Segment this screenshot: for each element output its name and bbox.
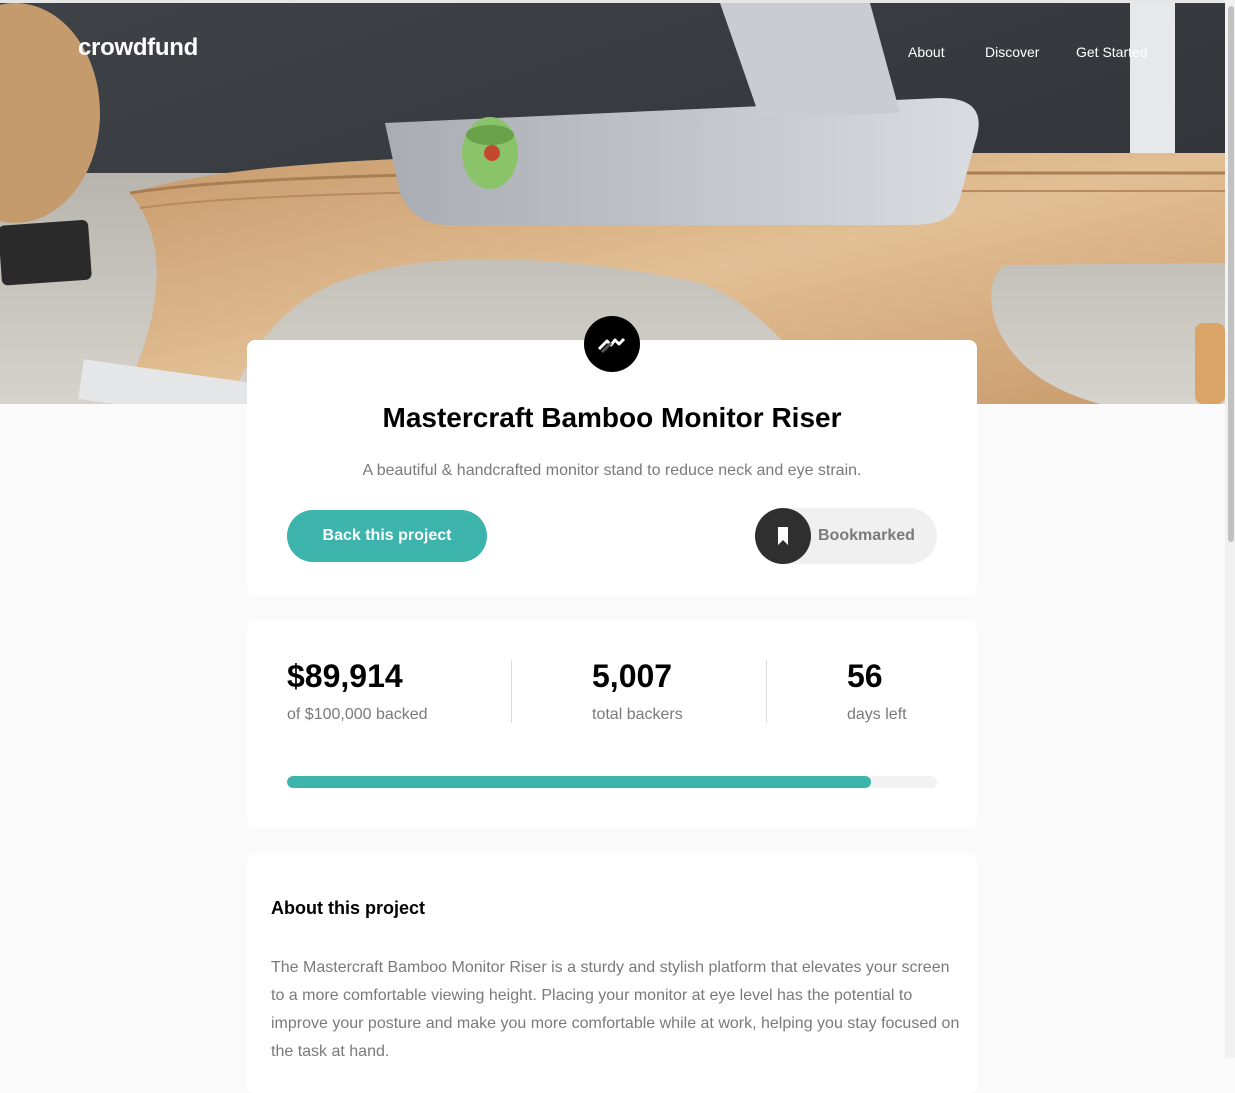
bookmark-label: Bookmarked	[818, 527, 915, 544]
stats-divider	[511, 660, 512, 723]
days-left-count: 56	[847, 658, 883, 694]
bookmark-button[interactable]: Bookmarked	[755, 508, 937, 564]
nav-get-started[interactable]: Get Started	[1076, 44, 1148, 60]
backed-label: of $100,000 backed	[287, 706, 428, 723]
backers-count: 5,007	[592, 658, 673, 694]
scrollbar-thumb[interactable]	[1228, 6, 1234, 542]
mastercraft-logo-icon	[584, 316, 640, 372]
days-left-label: days left	[847, 706, 907, 723]
project-card: Mastercraft Bamboo Monitor Riser A beaut…	[247, 340, 977, 596]
nav-about[interactable]: About	[908, 44, 945, 60]
project-title: Mastercraft Bamboo Monitor Riser	[382, 402, 842, 433]
backers-label: total backers	[592, 706, 683, 723]
progress-bar	[287, 776, 937, 788]
project-subtitle: A beautiful & handcrafted monitor stand …	[362, 462, 862, 479]
about-paragraph: The Mastercraft Bamboo Monitor Riser is …	[271, 959, 960, 1060]
about-card: About this project The Mastercraft Bambo…	[247, 853, 977, 1093]
about-title: About this project	[271, 898, 425, 918]
site-logo[interactable]: crowdfund	[78, 34, 198, 62]
backed-amount: $89,914	[287, 658, 403, 694]
bookmark-icon	[755, 508, 811, 564]
stats-card: $89,914 of $100,000 backed 5,007 total b…	[247, 620, 977, 828]
stats-divider	[766, 660, 767, 723]
progress-fill	[287, 776, 872, 788]
nav-discover[interactable]: Discover	[985, 44, 1039, 60]
back-project-button[interactable]: Back this project	[287, 510, 487, 562]
